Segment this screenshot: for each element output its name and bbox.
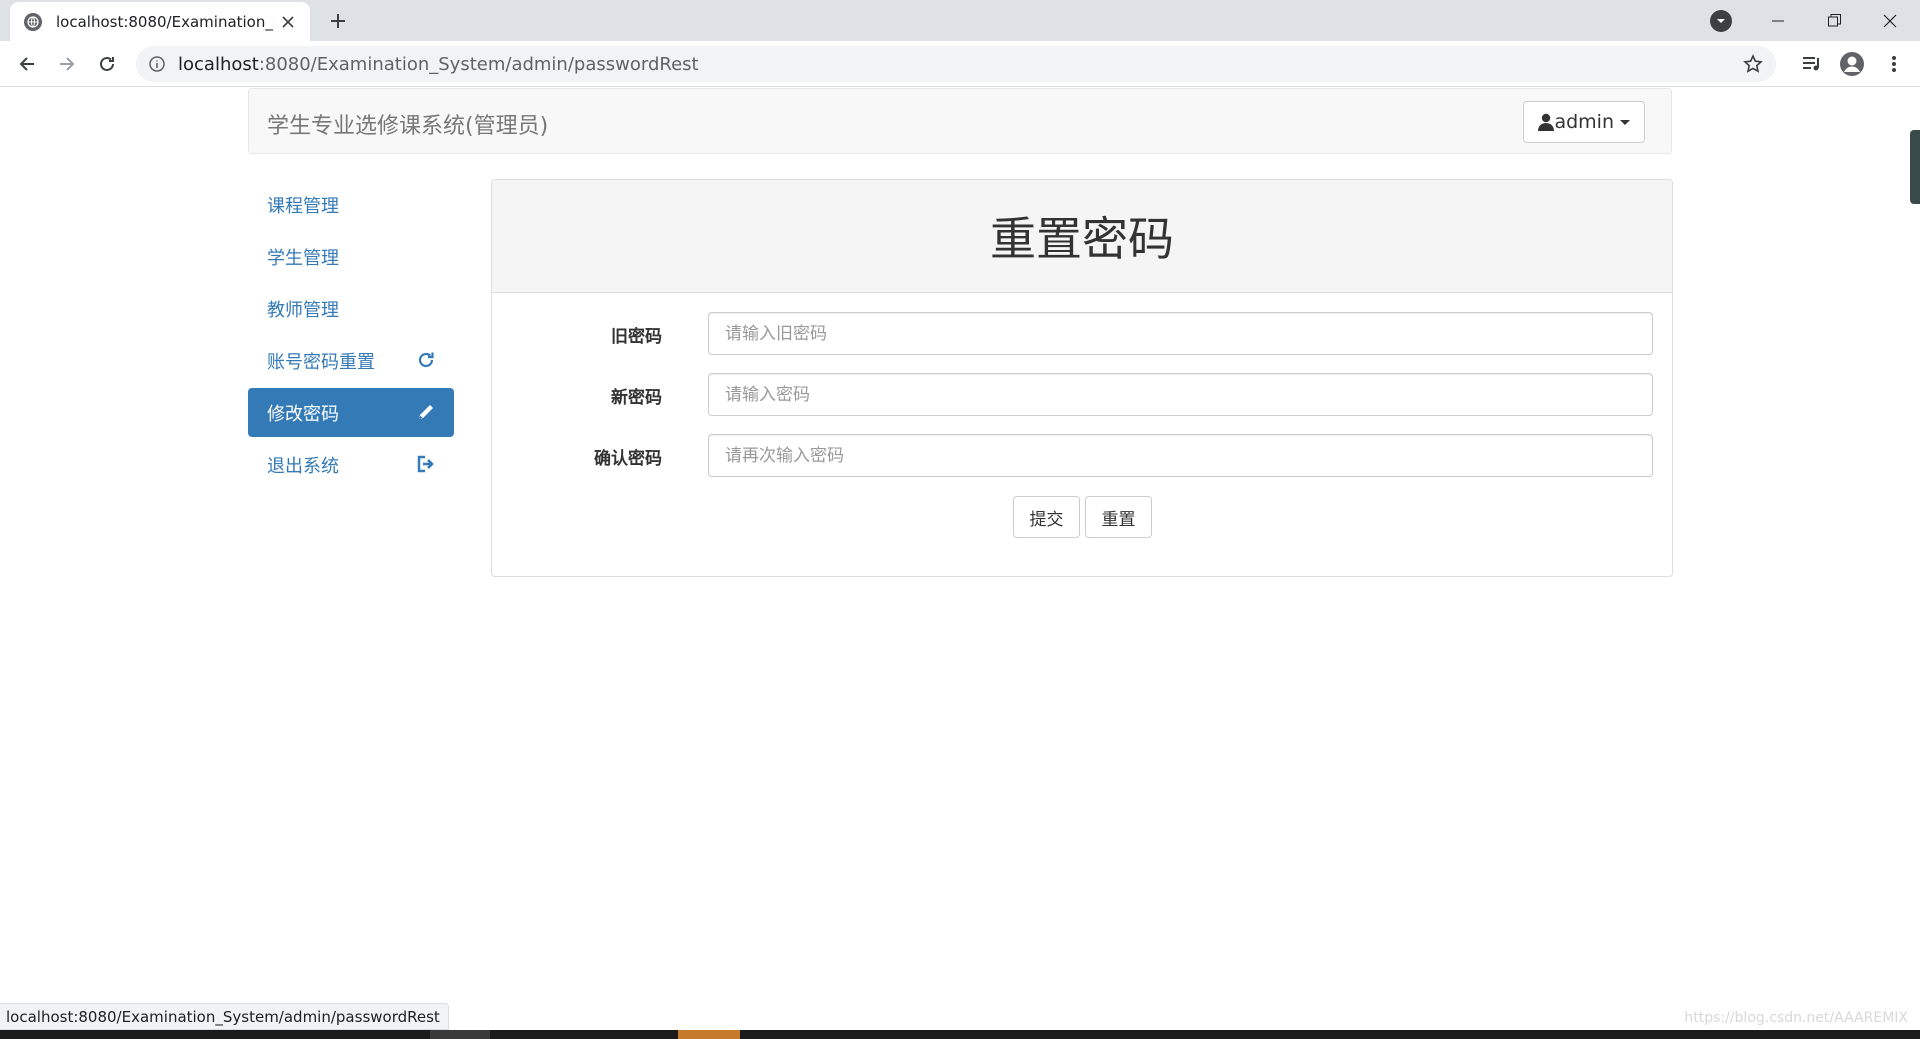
sidebar-item-account-reset[interactable]: 账号密码重置 (248, 336, 454, 385)
confirm-password-label: 确认密码 (594, 449, 662, 469)
globe-icon (24, 12, 42, 31)
restore-icon[interactable] (1806, 0, 1862, 41)
sidebar-item-label: 教师管理 (267, 299, 339, 321)
tab-search-icon[interactable] (1710, 10, 1732, 32)
minimize-icon[interactable] (1750, 0, 1806, 41)
tab-title: localhost:8080/Examination_Sy (56, 12, 274, 31)
user-name: admin (1554, 111, 1614, 133)
old-password-input[interactable] (708, 312, 1653, 355)
refresh-icon (416, 350, 436, 370)
reset-password-panel: 重置密码 旧密码 新密码 确认密码 提交 重置 (491, 179, 1673, 577)
taskbar-item[interactable] (430, 1030, 490, 1039)
logout-icon (416, 454, 436, 474)
user-icon (1538, 113, 1555, 131)
old-password-label: 旧密码 (611, 327, 662, 347)
reset-button[interactable]: 重置 (1085, 496, 1152, 538)
menu-dots-icon[interactable] (1880, 50, 1908, 78)
reload-icon[interactable] (93, 50, 121, 78)
info-icon[interactable] (148, 55, 166, 73)
link-status-bar: localhost:8080/Examination_System/admin/… (0, 1003, 449, 1030)
sidebar-item-teacher-management[interactable]: 教师管理 (248, 284, 454, 333)
page-title: 重置密码 (990, 212, 1174, 266)
pencil-icon (416, 402, 436, 422)
user-dropdown-button[interactable]: admin (1523, 101, 1645, 143)
caret-down-icon (1620, 119, 1630, 125)
back-arrow-icon[interactable] (13, 50, 41, 78)
sidebar-item-label: 退出系统 (267, 455, 339, 477)
os-taskbar (0, 1030, 1920, 1039)
new-tab-icon[interactable] (326, 9, 350, 33)
app-navbar: 学生专业选修课系统(管理员) admin (248, 88, 1672, 154)
sidebar-item-change-password[interactable]: 修改密码 (248, 388, 454, 437)
watermark: https://blog.csdn.net/AAAREMIX (1684, 1010, 1908, 1026)
submit-button[interactable]: 提交 (1013, 496, 1080, 538)
media-control-icon[interactable] (1798, 50, 1826, 78)
sidebar-item-label: 修改密码 (267, 403, 339, 425)
taskbar-item-active[interactable] (678, 1030, 740, 1039)
confirm-password-row: 确认密码 (492, 434, 1672, 477)
bookmark-star-icon[interactable] (1742, 53, 1764, 75)
new-password-input[interactable] (708, 373, 1653, 416)
sidebar-item-course-management[interactable]: 课程管理 (248, 180, 454, 229)
close-window-icon[interactable] (1862, 0, 1918, 41)
browser-tab-bar: localhost:8080/Examination_Sy (0, 0, 1920, 41)
sidebar-item-label: 课程管理 (267, 195, 339, 217)
browser-tab[interactable]: localhost:8080/Examination_Sy (10, 2, 310, 41)
app-brand[interactable]: 学生专业选修课系统(管理员) (267, 108, 548, 140)
browser-toolbar: localhost:8080/Examination_System/admin/… (0, 41, 1920, 87)
address-bar[interactable]: localhost:8080/Examination_System/admin/… (136, 46, 1776, 82)
sidebar-item-label: 学生管理 (267, 247, 339, 269)
close-tab-icon[interactable] (278, 12, 298, 32)
scrollbar-thumb[interactable] (1910, 130, 1920, 204)
sidebar: 课程管理 学生管理 教师管理 账号密码重置 修改密码 退出系统 (248, 180, 454, 492)
url-host: localhost (178, 53, 259, 75)
new-password-row: 新密码 (492, 373, 1672, 416)
new-password-label: 新密码 (611, 388, 662, 408)
sidebar-item-label: 账号密码重置 (267, 351, 375, 373)
url-path: :8080/Examination_System/admin/passwordR… (258, 53, 699, 75)
sidebar-item-student-management[interactable]: 学生管理 (248, 232, 454, 281)
confirm-password-input[interactable] (708, 434, 1653, 477)
sidebar-item-logout[interactable]: 退出系统 (248, 440, 454, 489)
url-text: localhost:8080/Examination_System/admin/… (178, 54, 699, 75)
forward-arrow-icon[interactable] (53, 50, 81, 78)
profile-avatar-icon[interactable] (1838, 50, 1866, 78)
panel-heading: 重置密码 (492, 180, 1672, 293)
old-password-row: 旧密码 (492, 312, 1672, 355)
